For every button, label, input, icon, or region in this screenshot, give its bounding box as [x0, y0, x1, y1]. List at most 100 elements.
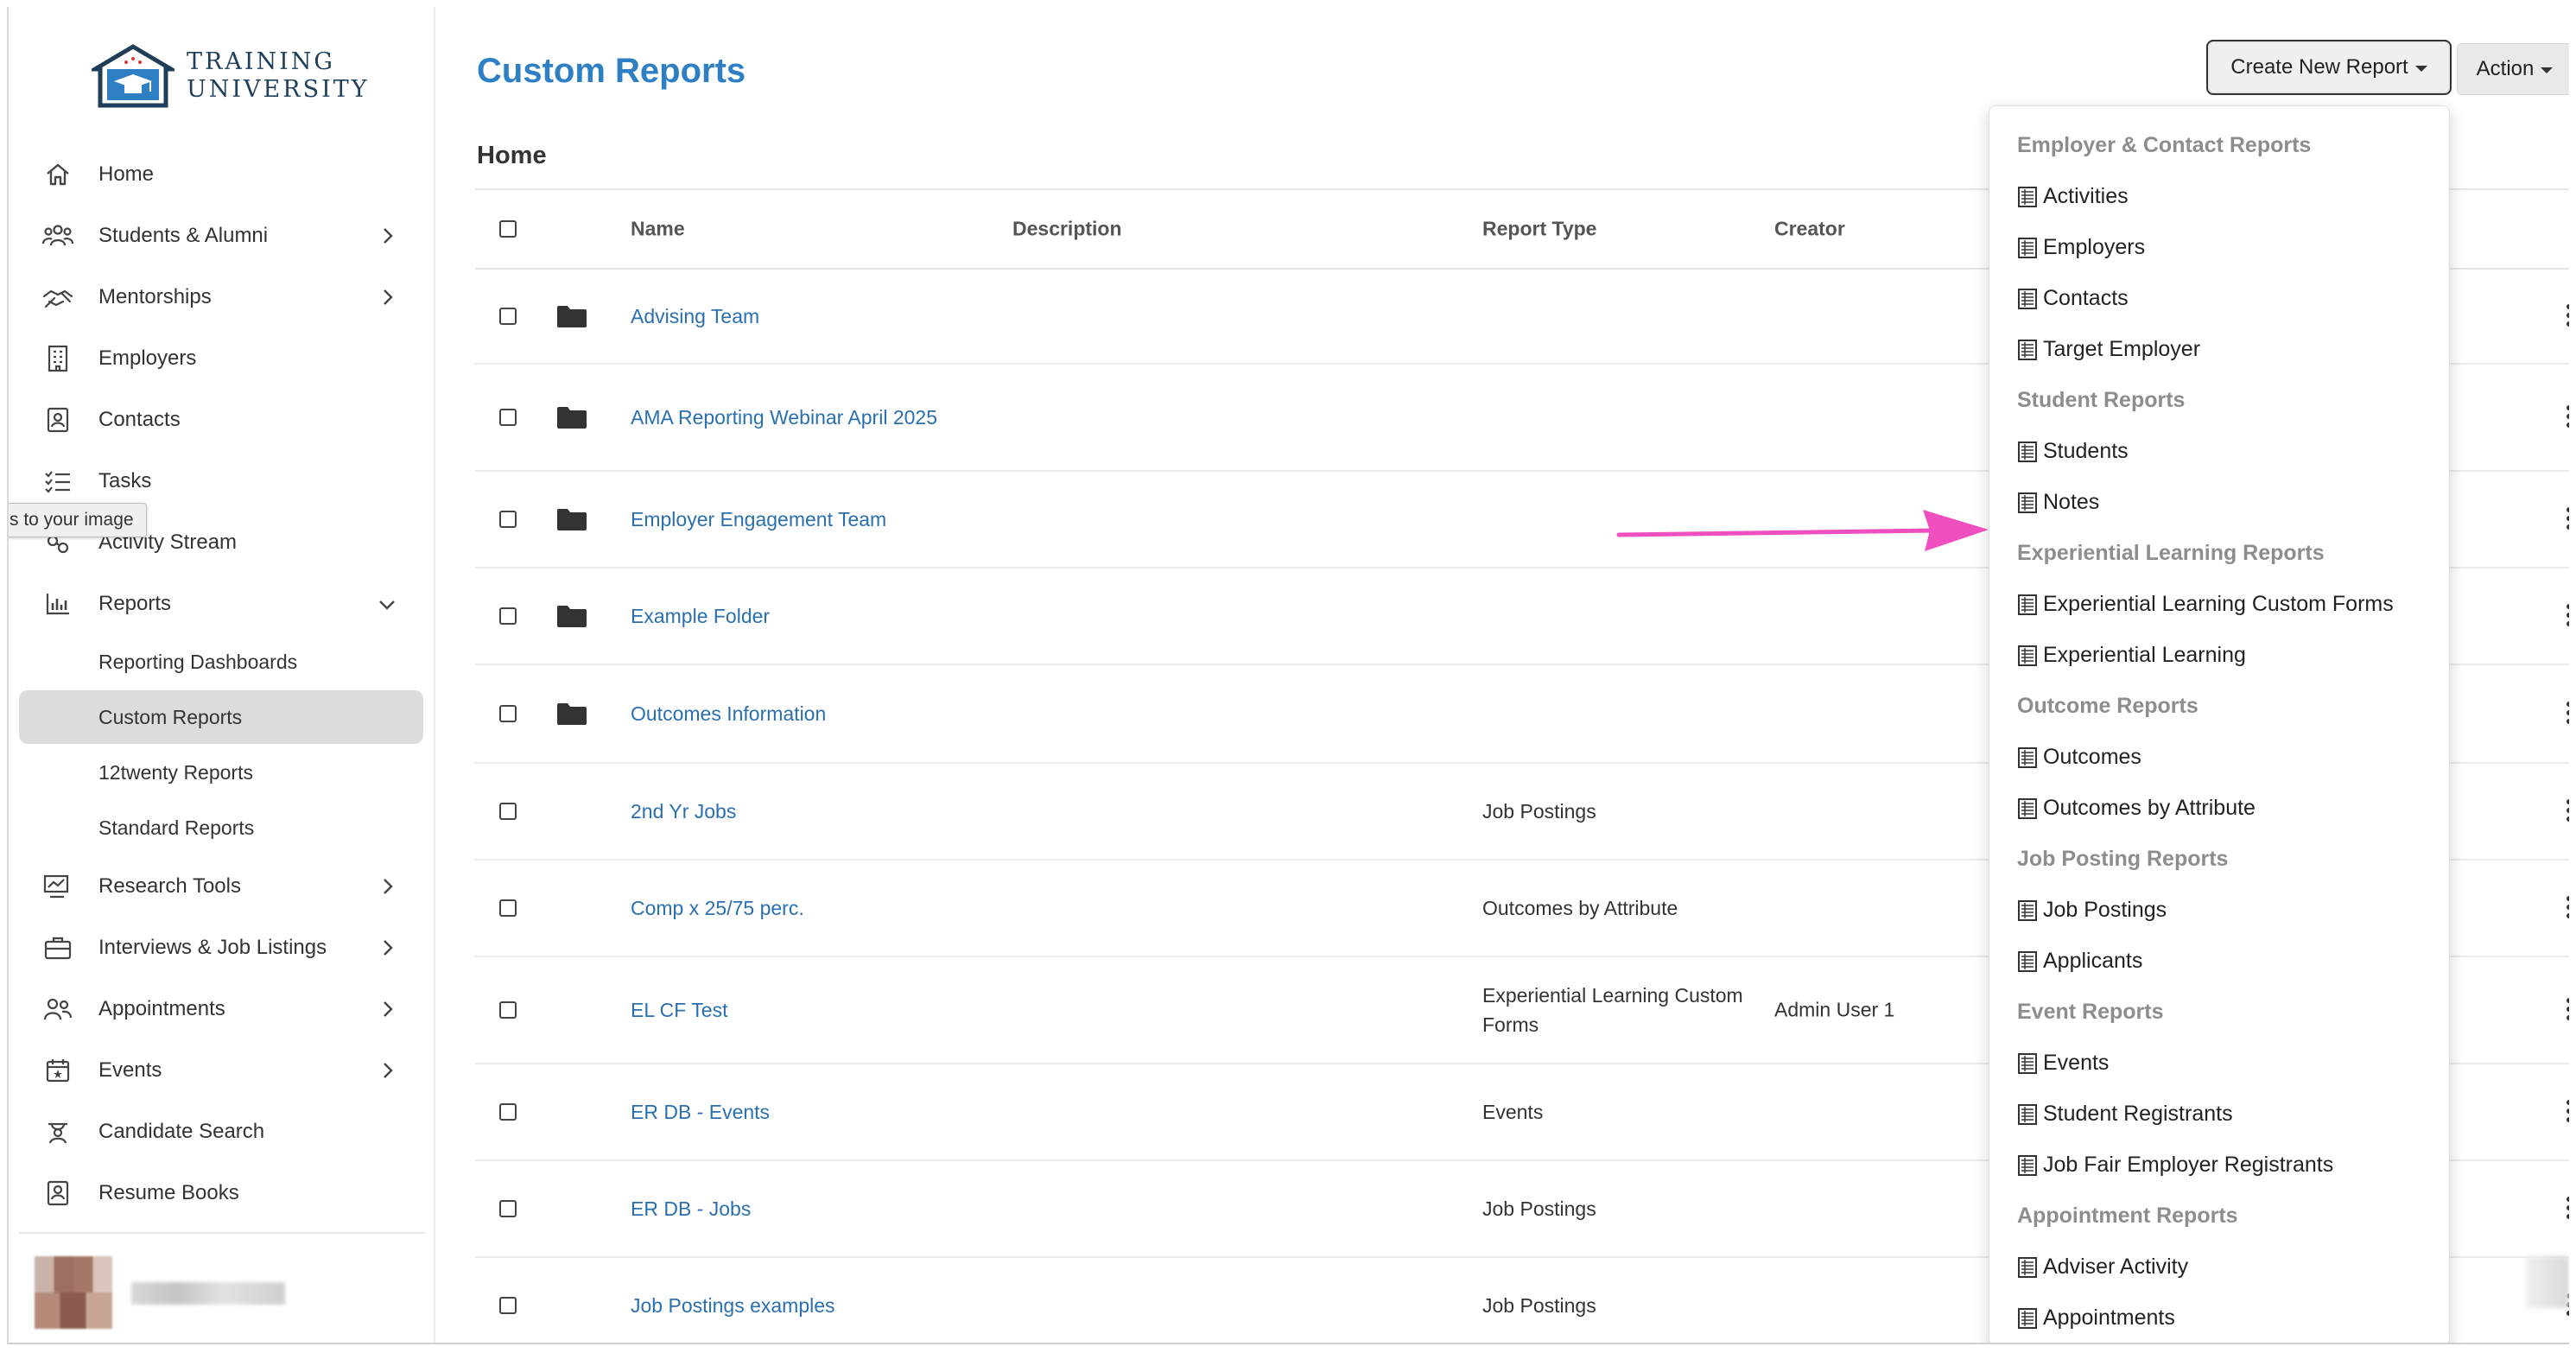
report-name-link[interactable]: Advising Team	[631, 302, 759, 331]
kebab-menu-icon[interactable]	[2566, 604, 2569, 628]
sidebar-item-mentorships[interactable]: Mentorships	[9, 266, 434, 327]
people-icon	[41, 993, 74, 1026]
dropdown-item[interactable]: Outcomes	[1989, 732, 2449, 783]
row-checkbox[interactable]	[499, 705, 517, 722]
kebab-menu-icon[interactable]	[2566, 1197, 2569, 1221]
report-name-link[interactable]: Outcomes Information	[631, 699, 826, 728]
report-name-link[interactable]: Example Folder	[631, 601, 770, 631]
sidebar-item-reports[interactable]: Reports	[9, 573, 434, 634]
brand-logo[interactable]: TRAINING UNIVERSITY	[92, 41, 370, 111]
report-name-link[interactable]: Comp x 25/75 perc.	[631, 893, 804, 923]
dropdown-item[interactable]: Activities	[1989, 171, 2449, 222]
dropdown-item[interactable]: Experiential Learning Custom Forms	[1989, 579, 2449, 630]
folder-icon	[557, 703, 587, 725]
row-checkbox[interactable]	[499, 409, 517, 426]
dropdown-item-label: Contacts	[2043, 286, 2129, 310]
row-checkbox[interactable]	[499, 1297, 517, 1314]
sidebar-item-label: Home	[98, 162, 155, 186]
sidebar-item-label: Mentorships	[98, 284, 212, 308]
dropdown-item[interactable]: Job Fair Employer Registrants	[1989, 1140, 2449, 1191]
sidebar-subitem-label: Custom Reports	[98, 705, 243, 728]
dropdown-group-header: Event Reports	[2017, 1000, 2164, 1024]
dropdown-item[interactable]: Employers	[1989, 222, 2449, 273]
sidebar-item-contacts[interactable]: Contacts	[9, 389, 434, 450]
sidebar-item-employers[interactable]: Employers	[9, 327, 434, 389]
report-name-link[interactable]: ER DB - Events	[631, 1097, 770, 1127]
select-all-checkbox[interactable]	[499, 220, 517, 238]
sidebar-item-resume-books[interactable]: Resume Books	[9, 1162, 434, 1223]
user-profile[interactable]	[19, 1232, 425, 1343]
dropdown-item[interactable]: Appointments	[1989, 1293, 2449, 1343]
row-checkbox[interactable]	[499, 308, 517, 325]
report-creator: Admin User 1	[1774, 998, 1895, 1021]
kebab-menu-icon[interactable]	[2566, 1100, 2569, 1124]
sidebar-item-events[interactable]: Events	[9, 1039, 434, 1101]
dropdown-item[interactable]: Events	[1989, 1038, 2449, 1089]
kebab-menu-icon[interactable]	[2566, 702, 2569, 726]
kebab-menu-icon[interactable]	[2566, 405, 2569, 429]
sidebar-subitem-12twenty-reports[interactable]: 12twenty Reports	[9, 745, 434, 800]
report-table-icon	[2018, 594, 2037, 615]
dropdown-item[interactable]: Job Postings	[1989, 885, 2449, 936]
sidebar-item-appointments[interactable]: Appointments	[9, 978, 434, 1039]
sidebar-item-label: Interviews & Job Listings	[98, 935, 327, 959]
kebab-menu-icon[interactable]	[2566, 998, 2569, 1022]
column-header-description[interactable]: Description	[1012, 218, 1122, 241]
row-checkbox[interactable]	[499, 803, 517, 820]
sidebar-item-interviews-job-listings[interactable]: Interviews & Job Listings	[9, 917, 434, 978]
column-header-creator[interactable]: Creator	[1774, 218, 1845, 241]
kebab-menu-icon[interactable]	[2566, 507, 2569, 531]
kebab-menu-icon[interactable]	[2566, 304, 2569, 328]
avatar[interactable]	[35, 1256, 112, 1329]
report-name-link[interactable]: Employer Engagement Team	[631, 505, 886, 534]
research-icon	[41, 870, 74, 903]
report-name-link[interactable]: 2nd Yr Jobs	[631, 797, 736, 826]
report-table-icon	[2018, 339, 2037, 360]
report-name-link[interactable]: EL CF Test	[631, 995, 727, 1025]
dropdown-item-label: Notes	[2043, 490, 2100, 514]
report-table-icon	[2018, 797, 2037, 819]
dropdown-item-label: Applicants	[2043, 949, 2143, 973]
dropdown-item[interactable]: Applicants	[1989, 936, 2449, 987]
dropdown-item[interactable]: Contacts	[1989, 273, 2449, 324]
handshake-icon	[41, 281, 74, 314]
column-header-report-type[interactable]: Report Type	[1482, 218, 1596, 241]
bar-chart-icon	[41, 588, 74, 620]
sidebar-item-research-tools[interactable]: Research Tools	[9, 855, 434, 917]
report-table-icon	[2018, 1256, 2037, 1278]
report-name-link[interactable]: Job Postings examples	[631, 1291, 835, 1320]
dropdown-item[interactable]: Students	[1989, 426, 2449, 477]
sidebar-item-home[interactable]: Home	[9, 143, 434, 205]
dropdown-item-label: Job Fair Employer Registrants	[2043, 1153, 2334, 1177]
sidebar-subitem-reporting-dashboards[interactable]: Reporting Dashboards	[9, 634, 434, 689]
report-name-link[interactable]: ER DB - Jobs	[631, 1194, 751, 1223]
sidebar-item-candidate-search[interactable]: Candidate Search	[9, 1101, 434, 1162]
row-checkbox[interactable]	[499, 899, 517, 917]
kebab-menu-icon[interactable]	[2566, 896, 2569, 920]
dropdown-item[interactable]: Adviser Activity	[1989, 1242, 2449, 1293]
dropdown-item[interactable]: Target Employer	[1989, 324, 2449, 375]
dropdown-item[interactable]: Outcomes by Attribute	[1989, 783, 2449, 834]
report-name-link[interactable]: AMA Reporting Webinar April 2025	[631, 403, 937, 432]
row-checkbox[interactable]	[499, 1001, 517, 1019]
action-button[interactable]: Action	[2457, 43, 2569, 95]
folder-icon	[557, 306, 587, 327]
row-checkbox[interactable]	[499, 511, 517, 528]
row-checkbox[interactable]	[499, 607, 517, 625]
dropdown-item[interactable]: Experiential Learning	[1989, 630, 2449, 681]
row-checkbox[interactable]	[499, 1200, 517, 1217]
row-checkbox[interactable]	[499, 1103, 517, 1121]
create-new-report-button[interactable]: Create New Report	[2206, 40, 2452, 95]
sidebar-item-label: Reports	[98, 591, 172, 615]
sidebar-item-students-alumni[interactable]: Students & Alumni	[9, 205, 434, 266]
sidebar-subitem-label: 12twenty Reports	[98, 760, 253, 784]
dropdown-item[interactable]: Student Registrants	[1989, 1089, 2449, 1140]
column-header-name[interactable]: Name	[631, 218, 685, 241]
building-icon	[41, 342, 74, 375]
brand-line-1: TRAINING	[187, 48, 335, 75]
kebab-menu-icon[interactable]	[2566, 799, 2569, 823]
sidebar-subitem-standard-reports[interactable]: Standard Reports	[9, 800, 434, 855]
sidebar-subitem-custom-reports[interactable]: Custom Reports	[19, 690, 423, 744]
dropdown-item[interactable]: Notes	[1989, 477, 2449, 528]
report-table-icon	[2018, 746, 2037, 768]
